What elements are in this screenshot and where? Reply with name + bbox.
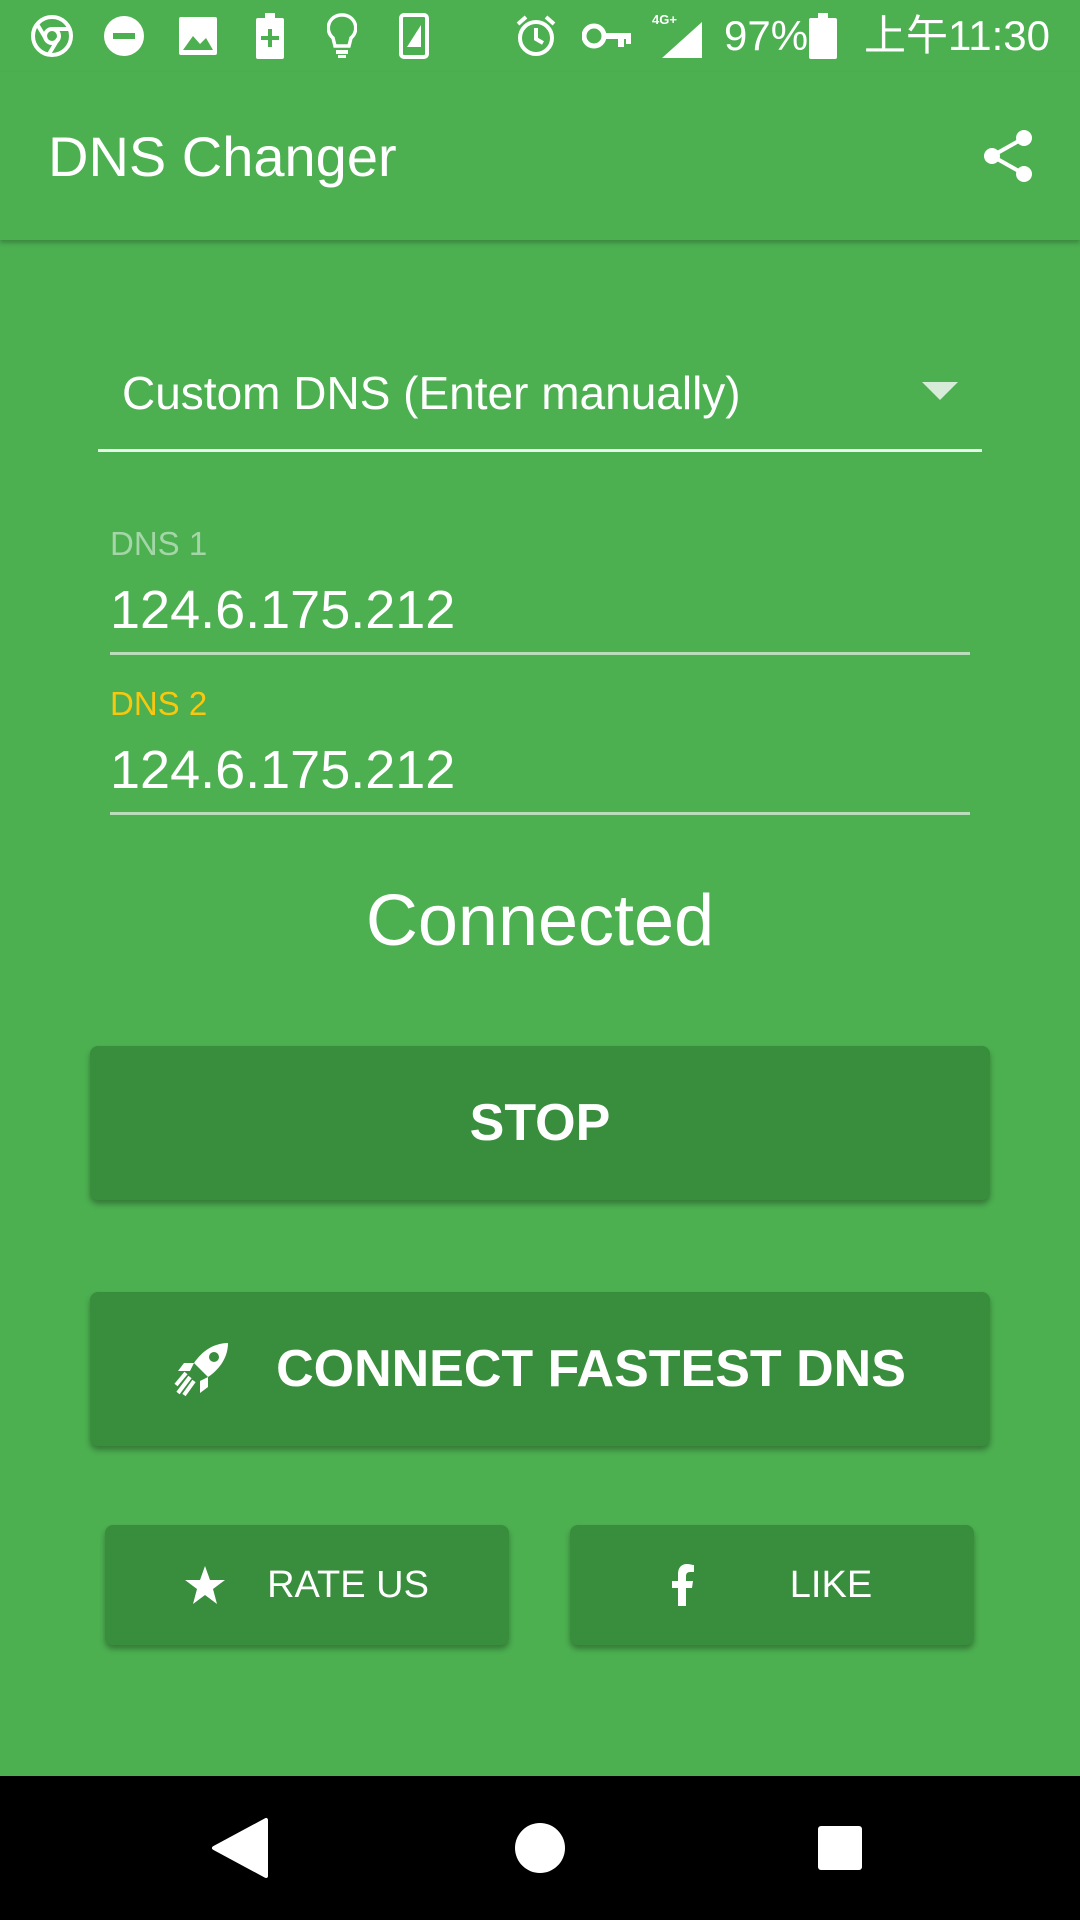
- share-button[interactable]: [976, 124, 1040, 188]
- alarm-icon: [514, 14, 558, 58]
- back-icon: [212, 1818, 268, 1878]
- status-bar: 4G+ 97% 上午11:30: [0, 0, 1080, 72]
- battery-percent: 97%: [724, 12, 809, 59]
- dns-provider-selected: Custom DNS (Enter manually): [122, 367, 741, 419]
- stop-button[interactable]: STOP: [90, 1046, 990, 1200]
- dns-provider-dropdown[interactable]: Custom DNS (Enter manually): [98, 352, 982, 452]
- dns1-field: DNS 1: [110, 524, 970, 655]
- facebook-icon: [671, 1564, 694, 1606]
- connect-fastest-dns-label: CONNECT FASTEST DNS: [276, 1340, 906, 1398]
- signal-icon: 4G+: [652, 12, 704, 58]
- vpn-key-icon: [580, 14, 634, 58]
- rate-us-label: RATE US: [267, 1563, 429, 1606]
- rate-us-button[interactable]: RATE US: [105, 1525, 509, 1645]
- dns2-field: DNS 2: [110, 684, 970, 815]
- app-title: DNS Changer: [48, 125, 397, 188]
- rocket-icon: [174, 1341, 230, 1397]
- dns1-input[interactable]: [110, 574, 970, 646]
- back-button[interactable]: [200, 1808, 280, 1888]
- dropdown-arrow-icon: [922, 382, 958, 400]
- dns1-underline: [110, 652, 970, 655]
- home-button[interactable]: [500, 1808, 580, 1888]
- image-icon: [176, 14, 220, 58]
- recents-button[interactable]: [800, 1808, 880, 1888]
- stop-button-label: STOP: [469, 1094, 611, 1152]
- battery-saver-icon: [248, 13, 292, 59]
- recents-icon: [818, 1826, 862, 1870]
- dns2-label: DNS 2: [110, 685, 208, 722]
- dns2-input[interactable]: [110, 734, 970, 806]
- screenshot-icon: [392, 13, 436, 59]
- like-button[interactable]: LIKE: [570, 1525, 974, 1645]
- dnd-icon: [102, 14, 146, 58]
- connect-fastest-dns-button[interactable]: CONNECT FASTEST DNS: [90, 1292, 990, 1446]
- bulb-icon: [320, 13, 364, 58]
- share-icon: [984, 130, 1032, 182]
- clock: 上午11:30: [864, 12, 1050, 59]
- dns2-underline: [110, 812, 970, 815]
- connection-status: Connected: [365, 881, 715, 961]
- chrome-icon: [30, 14, 74, 58]
- signal-label: 4G+: [652, 12, 677, 27]
- like-label: LIKE: [789, 1563, 873, 1606]
- battery-icon: [808, 13, 838, 59]
- dns1-label: DNS 1: [110, 525, 208, 562]
- home-icon: [515, 1823, 565, 1873]
- star-icon: [185, 1566, 226, 1604]
- navigation-bar: [0, 1776, 1080, 1920]
- app-bar: DNS Changer: [0, 72, 1080, 240]
